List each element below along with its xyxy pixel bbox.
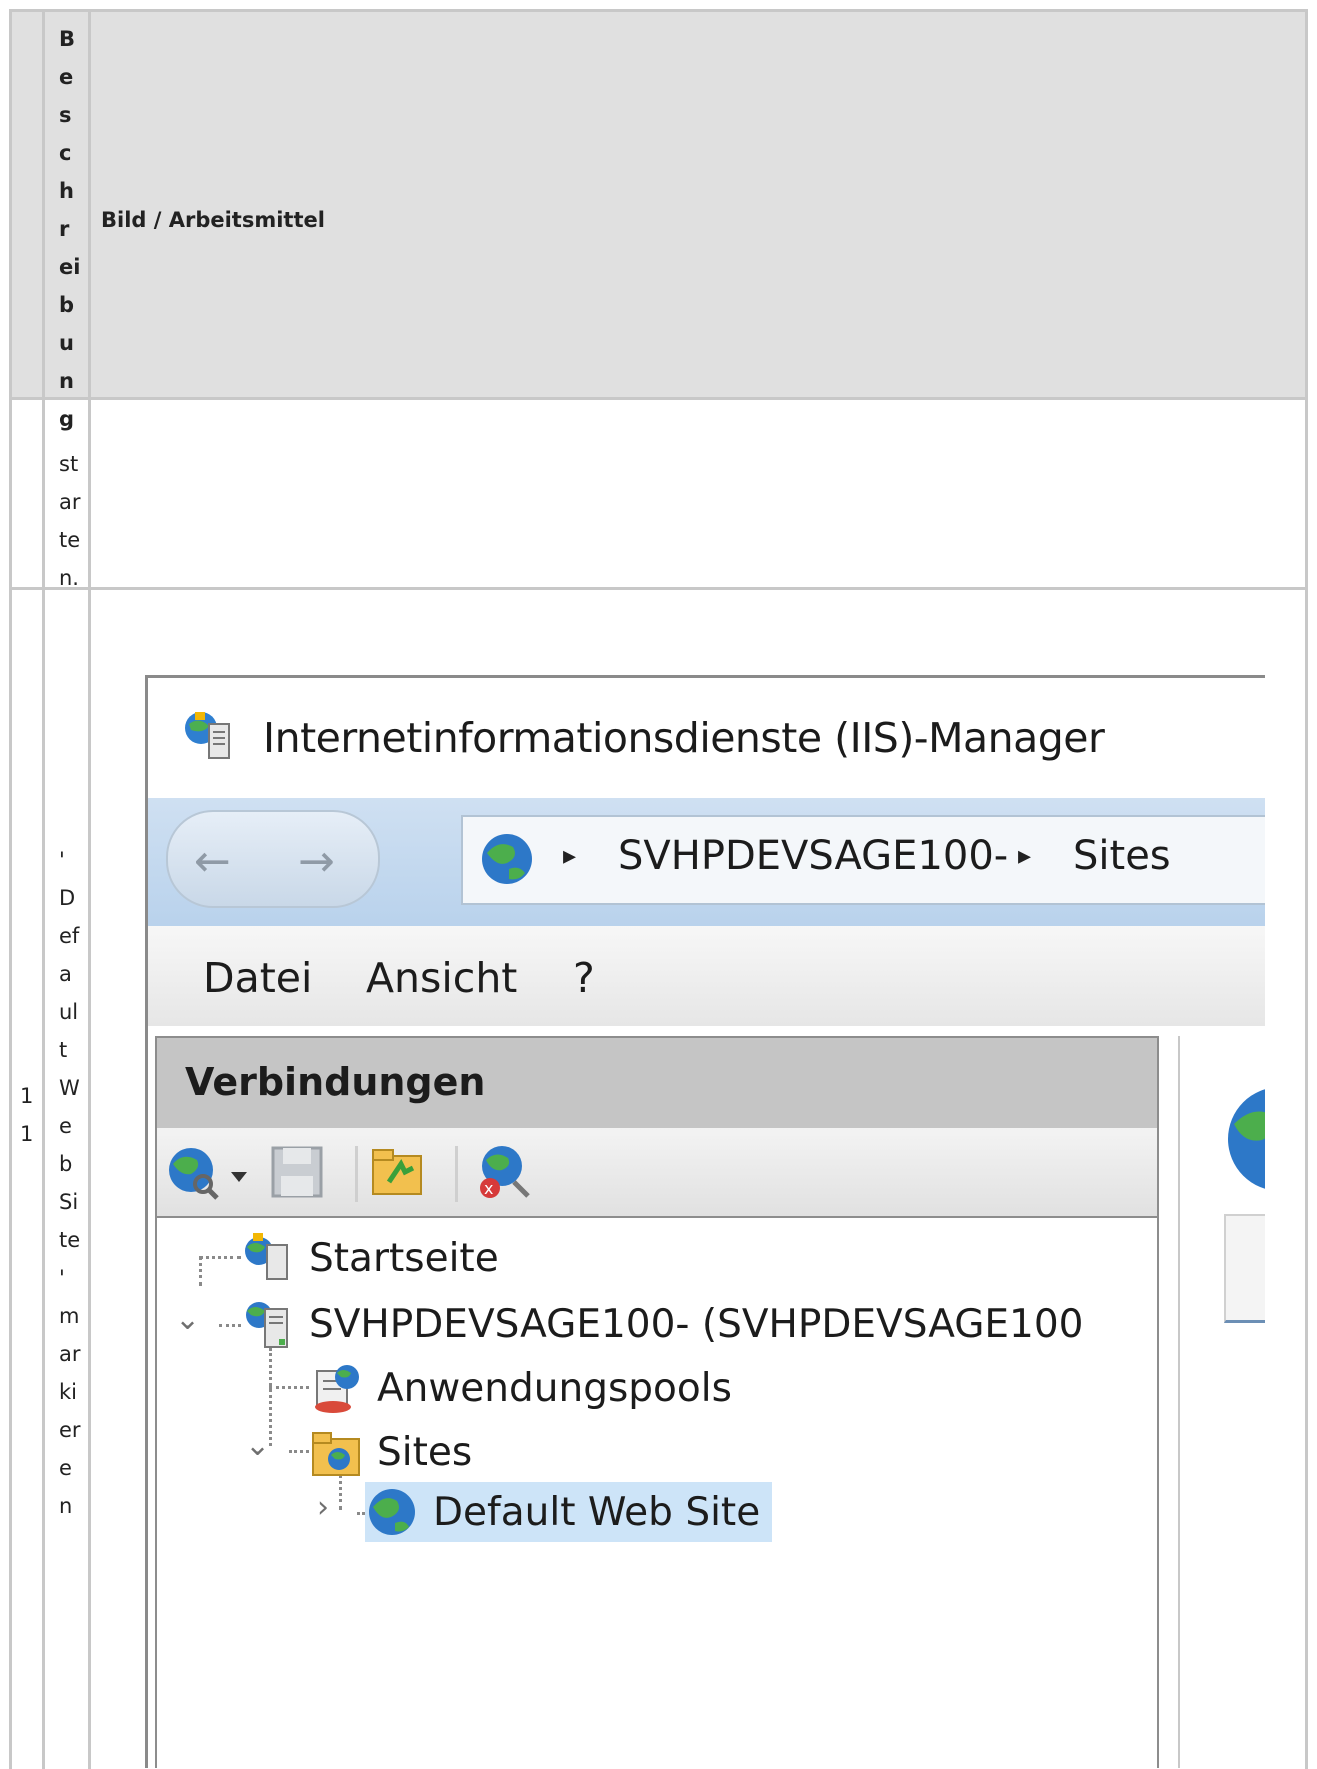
window-titlebar: Internetinformationsdienste (IIS)-Manage… bbox=[148, 678, 1265, 798]
start-page-icon bbox=[245, 1233, 288, 1280]
web-site-globe-icon bbox=[369, 1489, 415, 1535]
tree-item-startseite[interactable]: Startseite bbox=[241, 1228, 499, 1288]
application-pools-icon bbox=[315, 1365, 359, 1413]
tree-connector bbox=[219, 1324, 241, 1327]
menu-datei[interactable]: Datei bbox=[203, 954, 312, 1002]
tree-connector bbox=[199, 1256, 241, 1259]
menu-help[interactable]: ? bbox=[573, 954, 595, 1002]
table-border-right bbox=[1305, 9, 1308, 1769]
menu-bar: Datei Ansicht ? bbox=[148, 926, 1265, 1026]
connections-tree: Startseite ⌄ SVHPDEVSAGE100- (SVHPDEVSAG… bbox=[157, 1218, 1157, 1768]
table-divider-row1 bbox=[9, 397, 1308, 400]
tree-label: SVHPDEVSAGE100- (SVHPDEVSAGE100 bbox=[309, 1301, 1084, 1347]
tree-connector bbox=[289, 1450, 309, 1453]
tree-label: Sites bbox=[377, 1429, 473, 1475]
collapsed-chevron-icon[interactable]: › bbox=[317, 1490, 329, 1525]
tree-item-anwendungspools[interactable]: Anwendungspools bbox=[309, 1358, 732, 1418]
breadcrumb-item-sites[interactable]: Sites bbox=[1073, 833, 1171, 879]
tree-connector bbox=[199, 1256, 202, 1286]
tree-label: Default Web Site bbox=[433, 1489, 761, 1535]
iis-manager-screenshot: Internetinformationsdienste (IIS)-Manage… bbox=[145, 675, 1265, 1768]
connections-title: Verbindungen bbox=[185, 1060, 486, 1104]
table-divider-col1 bbox=[42, 9, 45, 1769]
header-beschreibung: B e s c h r ei b u n g bbox=[59, 27, 81, 431]
tree-item-sites[interactable]: Sites bbox=[309, 1422, 472, 1482]
window-title: Internetinformationsdienste (IIS)-Manage… bbox=[263, 714, 1105, 762]
table-divider-col2 bbox=[88, 9, 91, 1769]
table-divider-row2 bbox=[9, 587, 1308, 590]
content-globe-icon bbox=[1228, 1089, 1265, 1189]
svg-text:x: x bbox=[484, 1179, 493, 1198]
back-button[interactable]: ← bbox=[194, 836, 231, 887]
connections-header: Verbindungen bbox=[157, 1038, 1157, 1128]
iis-manager-icon bbox=[185, 712, 230, 759]
navigation-buttons: ← → bbox=[166, 810, 380, 908]
row2-number: 1 1 bbox=[20, 1084, 34, 1146]
menu-ansicht[interactable]: Ansicht bbox=[366, 954, 517, 1002]
content-header-strip bbox=[1224, 1214, 1265, 1323]
toolbar-separator bbox=[355, 1146, 358, 1202]
breadcrumb-separator-icon: ▸ bbox=[1018, 841, 1032, 871]
toolbar-separator bbox=[455, 1146, 458, 1202]
row1-description: ' st ar te n. bbox=[59, 414, 81, 590]
breadcrumb-separator-icon: ▸ bbox=[563, 841, 577, 871]
breadcrumb-item-server[interactable]: SVHPDEVSAGE100- bbox=[618, 833, 1008, 879]
content-pane bbox=[1178, 1036, 1265, 1768]
save-icon[interactable] bbox=[269, 1142, 325, 1202]
header-bild-arbeitsmittel: Bild / Arbeitsmittel bbox=[101, 208, 325, 232]
tree-item-default-web-site[interactable]: Default Web Site bbox=[365, 1482, 773, 1542]
connections-toolbar: x bbox=[157, 1128, 1157, 1218]
table-border-left bbox=[9, 9, 12, 1769]
server-icon bbox=[246, 1302, 288, 1348]
tree-item-server[interactable]: SVHPDEVSAGE100- (SVHPDEVSAGE100 bbox=[241, 1294, 1084, 1354]
forward-button[interactable]: → bbox=[298, 836, 335, 887]
tree-connector bbox=[269, 1386, 309, 1389]
tree-label: Startseite bbox=[309, 1235, 499, 1281]
globe-icon bbox=[482, 834, 532, 884]
address-bar: ← → ▸ SVHPDEVSAGE100- ▸ Sites bbox=[148, 798, 1265, 926]
up-folder-icon[interactable] bbox=[369, 1142, 425, 1202]
connections-panel: Verbindungen x Startseite ⌄ SVHPDEVSAGE1… bbox=[155, 1036, 1159, 1768]
breadcrumb: ▸ SVHPDEVSAGE100- ▸ Sites bbox=[461, 815, 1265, 905]
row2-description: ' D ef a ul t W e b Si te ' m ar ki er e… bbox=[59, 848, 81, 1518]
expand-chevron-icon[interactable]: ⌄ bbox=[245, 1428, 270, 1463]
connect-globe-icon[interactable] bbox=[165, 1142, 251, 1202]
table-border-top bbox=[9, 9, 1308, 12]
disconnect-icon[interactable]: x bbox=[472, 1142, 534, 1202]
tree-label: Anwendungspools bbox=[377, 1365, 732, 1411]
sites-folder-icon bbox=[312, 1432, 360, 1476]
expand-chevron-icon[interactable]: ⌄ bbox=[175, 1302, 200, 1337]
